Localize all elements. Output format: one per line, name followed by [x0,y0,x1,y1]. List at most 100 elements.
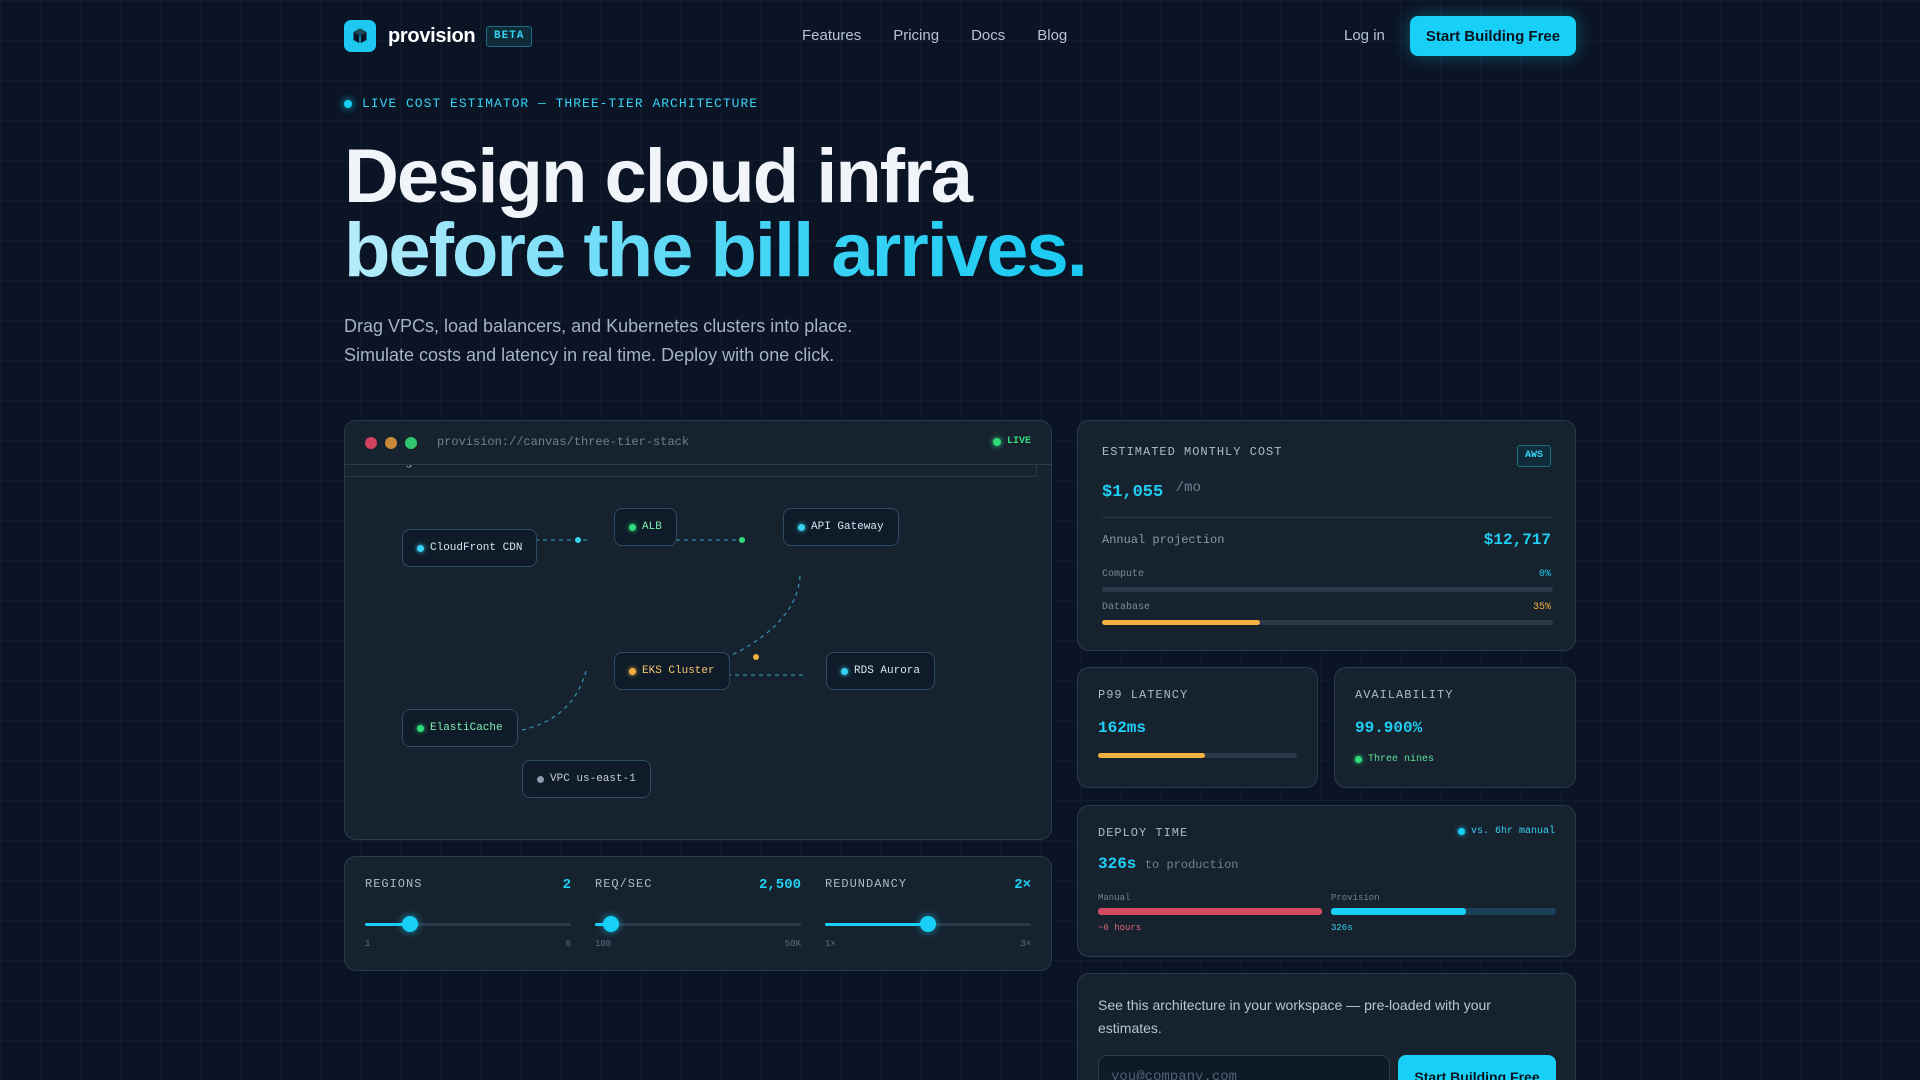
latency-bar [1098,753,1297,758]
beta-badge: BETA [486,26,533,47]
maximize-dot-icon[interactable] [405,437,417,449]
start-building-button[interactable]: Start Building Free [1398,1055,1556,1080]
latency-bar-fill [1098,753,1206,758]
slider-regions[interactable]: REGIONS 2 1 6 [365,877,571,949]
signup-card: See this architecture in your workspace … [1077,973,1576,1080]
slider-label: REDUNDANCY [825,877,908,891]
annual-value: $12,717 [1483,531,1551,549]
breakdown-label-database: Database [1102,602,1151,613]
slider-redundancy[interactable]: REDUNDANCY 2× 1× 3× [825,877,1031,949]
node-label: RDS Aurora [854,665,921,677]
slider-knob[interactable] [402,916,419,932]
live-dot-icon [992,437,1001,446]
slider-max: 50K [784,939,801,949]
monthly-cost-value: $1,055 [1102,483,1164,502]
monthly-cost: $1,055 /mo [1102,480,1201,502]
canvas-url: provision://canvas/three-tier-stack [437,435,690,449]
hero-title-line1: Design cloud infra [344,134,973,219]
top-nav: provision BETA Features Pricing Docs Blo… [344,16,1576,56]
node-vpc[interactable]: VPC us-east-1 [522,760,651,798]
signup-text: See this architecture in your workspace … [1098,997,1491,1036]
slider-min: 1× [825,939,836,949]
latency-label: P99 LATENCY [1098,688,1189,702]
slider-max: 3× [1020,939,1031,949]
provision-bar-fill [1331,908,1466,915]
provision-bar [1331,908,1556,915]
node-cloudfront-cdn[interactable]: CloudFront CDN [402,529,538,567]
provision-value: 326s [1331,923,1353,933]
breakdown-bar-database [1102,620,1553,625]
slider-req-sec[interactable]: REQ/SEC 2,500 100 50K [595,877,801,949]
brand-name[interactable]: provision [388,25,476,48]
divider [1102,517,1553,518]
node-status-dot-icon [629,523,636,531]
architecture-canvas[interactable]: ○ 2 regions active provision://canvas/th… [344,420,1052,840]
cost-label: ESTIMATED MONTHLY COST [1102,445,1283,459]
close-dot-icon[interactable] [365,437,377,449]
monthly-cost-unit: /mo [1175,480,1201,496]
slider-value: 2 [562,877,571,893]
availability-note: Three nines [1355,754,1434,765]
deploy-suffix: to production [1144,858,1239,872]
breakdown-fill-database [1102,620,1260,625]
slider-track[interactable] [825,916,1031,932]
simulation-sliders: REGIONS 2 1 6 REQ/SEC 2,500 100 50K REDU… [344,856,1052,971]
slider-knob[interactable] [920,916,936,932]
minimize-dot-icon[interactable] [385,437,397,449]
latency-card: P99 LATENCY 162ms [1077,667,1318,788]
slider-value: 2× [1014,877,1031,893]
nav-link-blog[interactable]: Blog [1037,27,1067,44]
slider-track[interactable] [365,916,571,932]
node-label: ElastiCache [430,722,503,734]
eyebrow: LIVE COST ESTIMATOR — THREE-TIER ARCHITE… [344,96,758,111]
annual-label: Annual projection [1102,533,1225,547]
node-rds-aurora[interactable]: RDS Aurora [826,652,936,690]
email-field[interactable]: you@company.com [1098,1055,1390,1080]
nav-links: Features Pricing Docs Blog [802,27,1067,44]
nav-link-features[interactable]: Features [802,27,861,44]
breakdown-label-compute: Compute [1102,569,1145,580]
manual-label: Manual [1098,893,1131,903]
manual-value: ~6 hours [1098,923,1142,933]
deploy-compare-text: vs. 6hr manual [1470,826,1555,837]
status-dot-icon [1355,756,1362,763]
provider-badge: AWS [1516,445,1551,467]
node-label: API Gateway [811,521,884,533]
node-eks-cluster[interactable]: EKS Cluster [614,652,730,690]
node-alb[interactable]: ALB [614,508,677,546]
nav-link-docs[interactable]: Docs [971,27,1005,44]
slider-max: 6 [565,939,571,949]
availability-card: AVAILABILITY 99.900% Three nines [1334,667,1576,788]
node-status-dot-icon [417,544,424,552]
live-label: LIVE [1006,436,1031,447]
node-status-dot-icon [841,667,848,675]
canvas-titlebar: provision://canvas/three-tier-stack LIVE [345,421,1051,465]
deploy-compare: vs. 6hr manual [1457,826,1555,837]
monthly-cost-card: ESTIMATED MONTHLY COST AWS $1,055 /mo An… [1077,420,1576,651]
slider-value: 2,500 [758,877,801,893]
node-status-dot-icon [798,523,805,531]
breakdown-percent-database: 35% [1532,602,1551,613]
hero-subtitle-line2: Simulate costs and latency in real time.… [344,345,835,365]
logo-cube-icon[interactable] [344,20,376,52]
node-label: VPC us-east-1 [550,773,636,785]
compare-dot-icon [1457,828,1465,835]
breakdown-percent-compute: 0% [1538,569,1551,580]
provision-label: Provision [1331,893,1380,903]
connection-lines [516,537,807,732]
node-elasticache[interactable]: ElastiCache [402,709,518,747]
deploy-value: 326s [1098,855,1137,873]
login-link[interactable]: Log in [1344,27,1385,44]
slider-knob[interactable] [603,916,620,932]
slider-track[interactable] [595,916,801,932]
start-building-button[interactable]: Start Building Free [1410,16,1576,56]
eyebrow-text: LIVE COST ESTIMATOR — THREE-TIER ARCHITE… [362,96,759,111]
nav-link-pricing[interactable]: Pricing [893,27,939,44]
node-api-gateway[interactable]: API Gateway [783,508,899,546]
hero-subtitle: Drag VPCs, load balancers, and Kubernete… [344,312,852,370]
hero-title: Design cloud infra before the bill arriv… [344,139,1088,289]
availability-value: 99.900% [1355,719,1423,737]
deploy-value-row: 326s to production [1098,855,1238,873]
live-indicator: LIVE [992,436,1031,447]
live-dot-icon [344,99,352,108]
